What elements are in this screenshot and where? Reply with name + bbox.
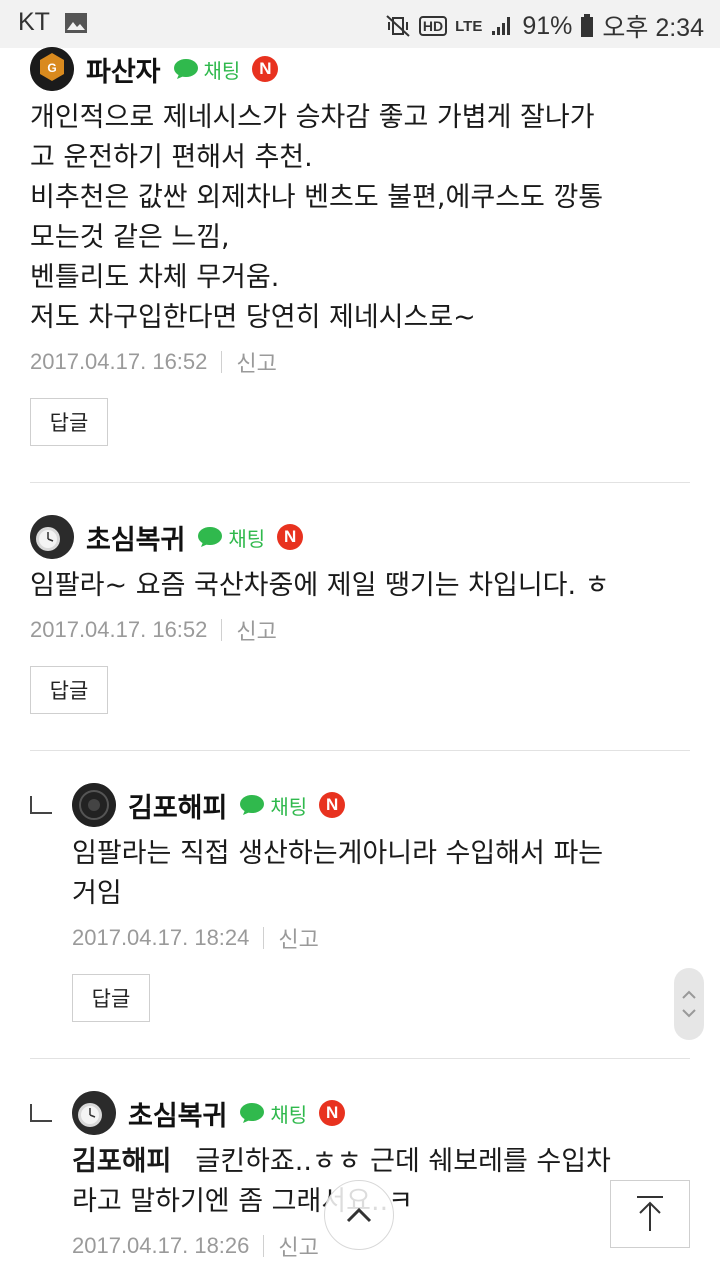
- comment-divider: [30, 1058, 690, 1059]
- comment-date: 2017.04.17. 16:52: [30, 349, 208, 374]
- avatar[interactable]: [72, 1091, 116, 1135]
- nickname[interactable]: 파산자: [86, 50, 161, 89]
- comment-item: 초심복귀 채팅 N 임팔라~ 요즘 국산차중에 제일 땡기는 차입니다. ㅎ 2…: [30, 512, 690, 714]
- comment-meta: 2017.04.17. 16:52 신고: [30, 346, 690, 378]
- comment-meta: 2017.04.17. 18:24 신고: [72, 922, 690, 954]
- comment-date: 2017.04.17. 18:24: [72, 925, 250, 950]
- avatar[interactable]: [72, 783, 116, 827]
- signal-icon: [490, 15, 514, 37]
- chat-bubble-icon: [173, 59, 198, 79]
- scroll-handle[interactable]: [674, 968, 704, 1040]
- new-badge: N: [319, 1100, 346, 1126]
- new-badge: N: [252, 56, 279, 82]
- reply-indent-icon: [30, 1104, 52, 1122]
- battery-icon: [580, 14, 594, 38]
- lte-icon: LTE: [455, 17, 483, 35]
- reply-button[interactable]: 답글: [30, 666, 108, 714]
- reply-button[interactable]: 답글: [30, 398, 108, 446]
- scroll-to-top-button[interactable]: [610, 1180, 690, 1248]
- gallery-notification-icon: [64, 12, 88, 34]
- vibrate-mute-icon: [385, 14, 411, 38]
- arrow-up-icon: [637, 1196, 663, 1231]
- report-link[interactable]: 신고: [278, 1230, 318, 1262]
- nickname[interactable]: 초심복귀: [128, 1094, 227, 1133]
- chat-link[interactable]: 채팅: [239, 791, 307, 820]
- comment-item: G 파산자 채팅 N 개인적으로 제네시스가 승차감 좋고 가볍게 잘나가 고 …: [30, 44, 690, 446]
- divider: [263, 927, 265, 949]
- comment-text: 임팔라~ 요즘 국산차중에 제일 땡기는 차입니다. ㅎ: [30, 570, 610, 601]
- hd-voice-icon: HD: [418, 16, 448, 36]
- comment-divider: [30, 482, 690, 483]
- report-link[interactable]: 신고: [236, 346, 276, 378]
- reply-button[interactable]: 답글: [72, 974, 150, 1022]
- chat-bubble-icon: [198, 527, 223, 547]
- comment-meta: 2017.04.17. 16:52 신고: [30, 614, 690, 646]
- collapse-button[interactable]: [324, 1180, 394, 1250]
- chat-bubble-icon: [240, 1103, 265, 1123]
- nickname[interactable]: 초심복귀: [86, 518, 185, 557]
- status-bar: KT HD LTE 91% 오후 2:34: [0, 0, 720, 48]
- chat-link[interactable]: 채팅: [197, 523, 265, 552]
- chat-bubble-icon: [240, 795, 265, 815]
- mention-nickname[interactable]: 김포해피: [72, 1146, 171, 1177]
- reply-comment-item: 김포해피 채팅 N 임팔라는 직접 생산하는게아니라 수입해서 파는 거임 20…: [30, 780, 690, 1022]
- divider: [221, 351, 223, 373]
- avatar[interactable]: [30, 515, 74, 559]
- comment-date: 2017.04.17. 16:52: [30, 617, 208, 642]
- new-badge: N: [277, 524, 304, 550]
- chevron-up-icon: [682, 990, 696, 999]
- chat-link[interactable]: 채팅: [173, 55, 240, 84]
- reply-indent-icon: [30, 796, 52, 814]
- chevron-up-icon: [346, 1207, 372, 1223]
- divider: [263, 1235, 265, 1257]
- svg-text:G: G: [47, 61, 56, 75]
- battery-percent: 91%: [522, 11, 573, 40]
- chat-link[interactable]: 채팅: [239, 1099, 307, 1128]
- clock: 오후 2:34: [602, 14, 704, 42]
- carrier-label: KT: [18, 8, 50, 36]
- report-link[interactable]: 신고: [236, 614, 276, 646]
- chevron-down-icon: [682, 1009, 696, 1018]
- comment-divider: [30, 750, 690, 751]
- avatar[interactable]: G: [30, 47, 74, 91]
- new-badge: N: [319, 792, 346, 818]
- comment-date: 2017.04.17. 18:26: [72, 1233, 250, 1258]
- report-link[interactable]: 신고: [278, 922, 318, 954]
- divider: [221, 619, 223, 641]
- comment-text: 임팔라는 직접 생산하는게아니라 수입해서 파는 거임: [72, 838, 604, 909]
- comment-text: 개인적으로 제네시스가 승차감 좋고 가볍게 잘나가 고 운전하기 편해서 추천…: [30, 102, 604, 333]
- nickname[interactable]: 김포해피: [128, 786, 227, 825]
